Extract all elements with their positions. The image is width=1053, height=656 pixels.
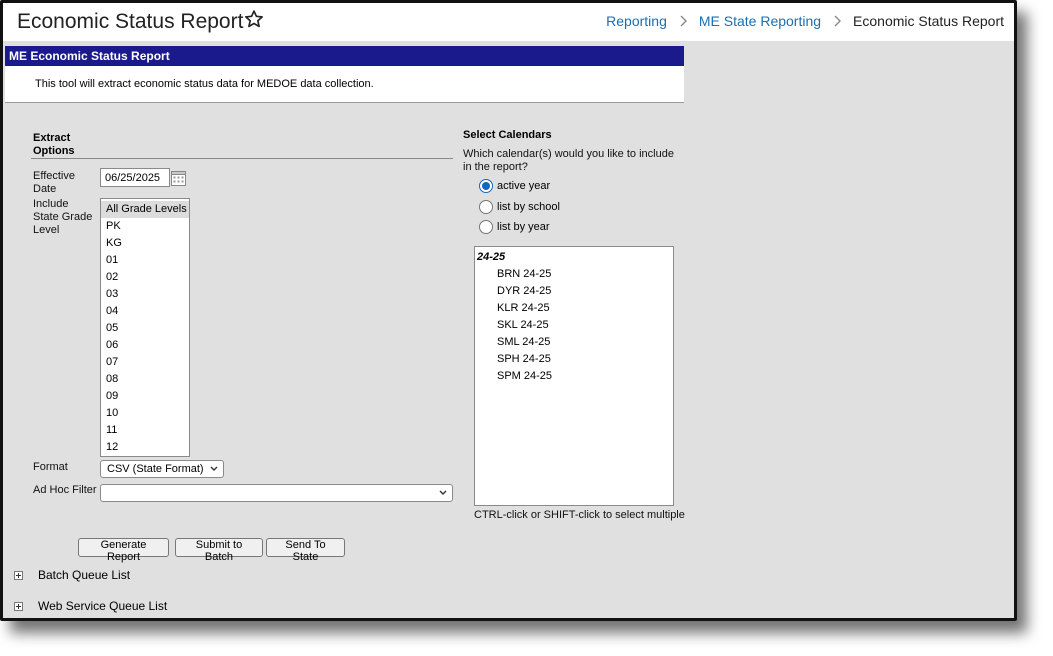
grade-option-pk[interactable]: PK: [101, 218, 189, 235]
panel-title: ME Economic Status Report: [5, 46, 684, 66]
extract-options-divider: [31, 158, 453, 159]
calendar-option-brn[interactable]: BRN 24-25: [475, 266, 673, 283]
grade-option-09[interactable]: 09: [101, 388, 189, 405]
grade-option-07[interactable]: 07: [101, 354, 189, 371]
panel-description-text: This tool will extract economic status d…: [35, 78, 374, 90]
adhoc-filter-label: Ad Hoc Filter: [33, 484, 97, 496]
chevron-right-icon: [834, 15, 842, 27]
radio-list-by-year[interactable]: list by year: [479, 219, 550, 235]
calendar-hint: CTRL-click or SHIFT-click to select mult…: [474, 509, 685, 521]
calendar-listbox[interactable]: 24-25 BRN 24-25 DYR 24-25 KLR 24-25 SKL …: [474, 246, 674, 506]
web-service-queue-list-label: Web Service Queue List: [38, 599, 168, 613]
grade-option-10[interactable]: 10: [101, 405, 189, 422]
effective-date-input[interactable]: [100, 168, 170, 187]
calendar-icon[interactable]: [171, 171, 186, 186]
report-window: Economic Status Report Reporting ME Stat…: [0, 0, 1017, 621]
format-label: Format: [33, 461, 68, 473]
grade-option-kg[interactable]: KG: [101, 235, 189, 252]
select-calendars-title: Select Calendars: [463, 129, 552, 141]
adhoc-filter-select[interactable]: [100, 484, 453, 502]
calendars-question: Which calendar(s) would you like to incl…: [463, 148, 674, 173]
radio-list-by-school-label: list by school: [497, 201, 560, 213]
grade-option-05[interactable]: 05: [101, 320, 189, 337]
radio-list-by-school[interactable]: list by school: [479, 199, 560, 215]
calendar-option-dyr[interactable]: DYR 24-25: [475, 283, 673, 300]
grade-option-04[interactable]: 04: [101, 303, 189, 320]
calendar-option-sph[interactable]: SPH 24-25: [475, 351, 673, 368]
format-select[interactable]: CSV (State Format): [100, 460, 224, 478]
calendar-option-spm[interactable]: SPM 24-25: [475, 368, 673, 385]
radio-button-selected[interactable]: [479, 179, 493, 193]
breadcrumb-current: Economic Status Report: [853, 13, 1004, 29]
calendar-option-klr[interactable]: KLR 24-25: [475, 300, 673, 317]
batch-queue-list-toggle[interactable]: Batch Queue List: [14, 568, 130, 582]
effective-date-label: Effective Date: [33, 170, 75, 195]
batch-queue-list-label: Batch Queue List: [38, 568, 131, 582]
grade-option-08[interactable]: 08: [101, 371, 189, 388]
grade-option-06[interactable]: 06: [101, 337, 189, 354]
calendar-option-sml[interactable]: SML 24-25: [475, 334, 673, 351]
calendar-group-label: 24-25: [477, 251, 506, 263]
format-select-value: CSV (State Format): [107, 463, 204, 475]
grade-option-12[interactable]: 12: [101, 439, 189, 456]
grade-level-label: Include State Grade Level: [33, 198, 93, 236]
chevron-right-icon: [680, 15, 687, 27]
radio-button[interactable]: [479, 200, 493, 214]
breadcrumb-me-state-reporting[interactable]: ME State Reporting: [699, 13, 821, 29]
submit-to-batch-button[interactable]: Submit to Batch: [175, 538, 263, 563]
radio-active-year[interactable]: active year: [479, 178, 550, 194]
radio-active-year-label: active year: [497, 180, 551, 192]
grade-option-all[interactable]: All Grade Levels: [101, 201, 189, 218]
panel-description: This tool will extract economic status d…: [5, 66, 684, 103]
page-title: Economic Status Report: [17, 10, 244, 33]
chevron-down-icon: [210, 466, 218, 471]
generate-report-button[interactable]: Generate Report: [78, 538, 169, 563]
breadcrumb-reporting[interactable]: Reporting: [606, 13, 667, 29]
grade-level-listbox[interactable]: All Grade Levels PK KG 01 02 03 04 05 06…: [100, 198, 190, 457]
radio-list-by-year-label: list by year: [497, 221, 550, 233]
extract-options-title: Extract Options: [33, 132, 75, 157]
chevron-down-icon: [439, 490, 447, 495]
grade-option-11[interactable]: 11: [101, 422, 189, 439]
web-service-queue-list-toggle[interactable]: Web Service Queue List: [14, 599, 167, 613]
calendar-option-skl[interactable]: SKL 24-25: [475, 317, 673, 334]
plus-icon: [14, 601, 23, 611]
send-to-state-button[interactable]: Send To State: [266, 538, 345, 563]
page-header: Economic Status Report Reporting ME Stat…: [3, 3, 1014, 41]
radio-button[interactable]: [479, 220, 493, 234]
star-icon[interactable]: [244, 9, 264, 29]
breadcrumb: Reporting ME State Reporting Economic St…: [606, 13, 1004, 29]
grade-option-03[interactable]: 03: [101, 286, 189, 303]
grade-option-02[interactable]: 02: [101, 269, 189, 286]
plus-icon: [14, 570, 23, 580]
grade-option-01[interactable]: 01: [101, 252, 189, 269]
